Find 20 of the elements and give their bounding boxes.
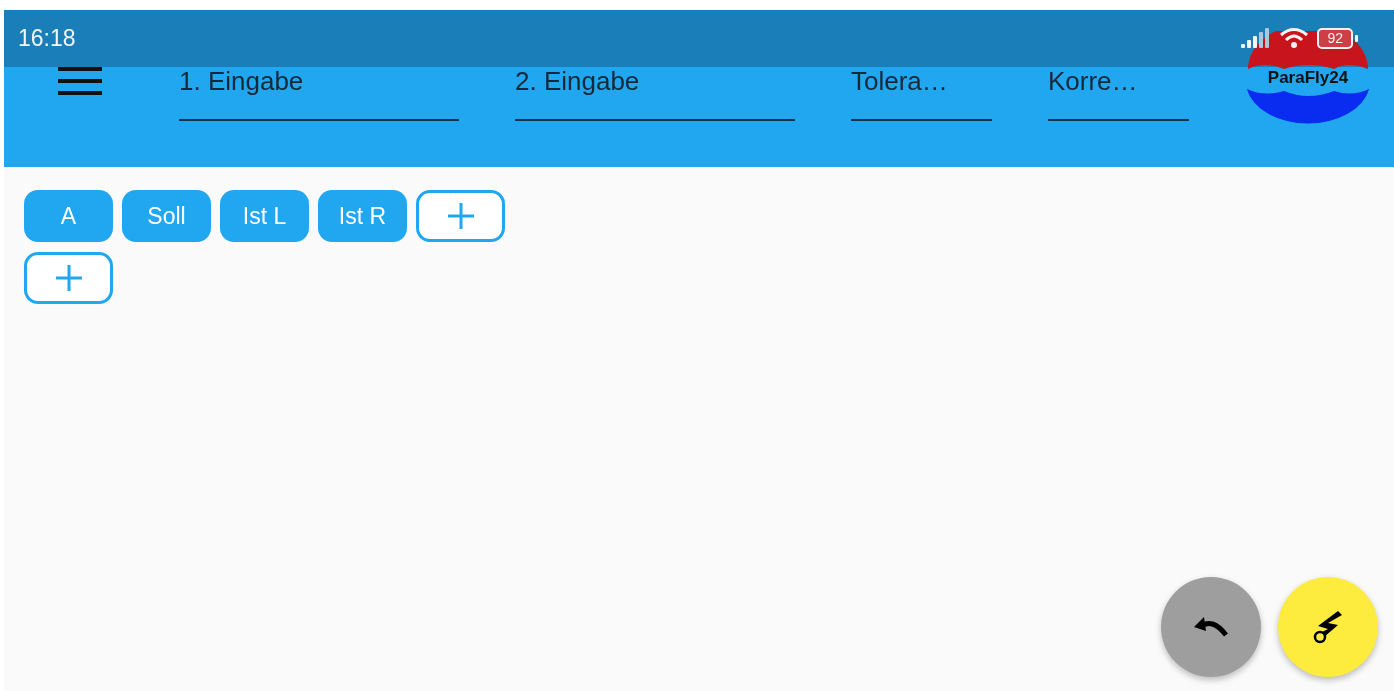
input-field[interactable]: Tolera… [851, 67, 992, 121]
chip[interactable]: A [24, 190, 113, 242]
chip[interactable]: Ist R [318, 190, 407, 242]
input-field[interactable]: Korre… [1048, 67, 1189, 121]
input-field[interactable]: 1. Eingabe [179, 67, 459, 121]
signal-icon [1241, 28, 1272, 48]
action-button[interactable] [1278, 577, 1378, 677]
add-button[interactable] [416, 190, 505, 242]
chip[interactable]: Ist L [220, 190, 309, 242]
input-field[interactable]: 2. Eingabe [515, 67, 795, 121]
add-button[interactable] [24, 252, 113, 304]
menu-icon[interactable] [58, 67, 102, 95]
plus-icon [55, 265, 82, 291]
undo-button[interactable] [1161, 577, 1261, 677]
wifi-icon [1279, 27, 1310, 49]
chip[interactable]: Soll [122, 190, 211, 242]
clock: 16:18 [18, 25, 76, 52]
plus-icon [447, 203, 474, 229]
lightning-icon [1312, 609, 1344, 645]
undo-icon [1192, 615, 1230, 639]
